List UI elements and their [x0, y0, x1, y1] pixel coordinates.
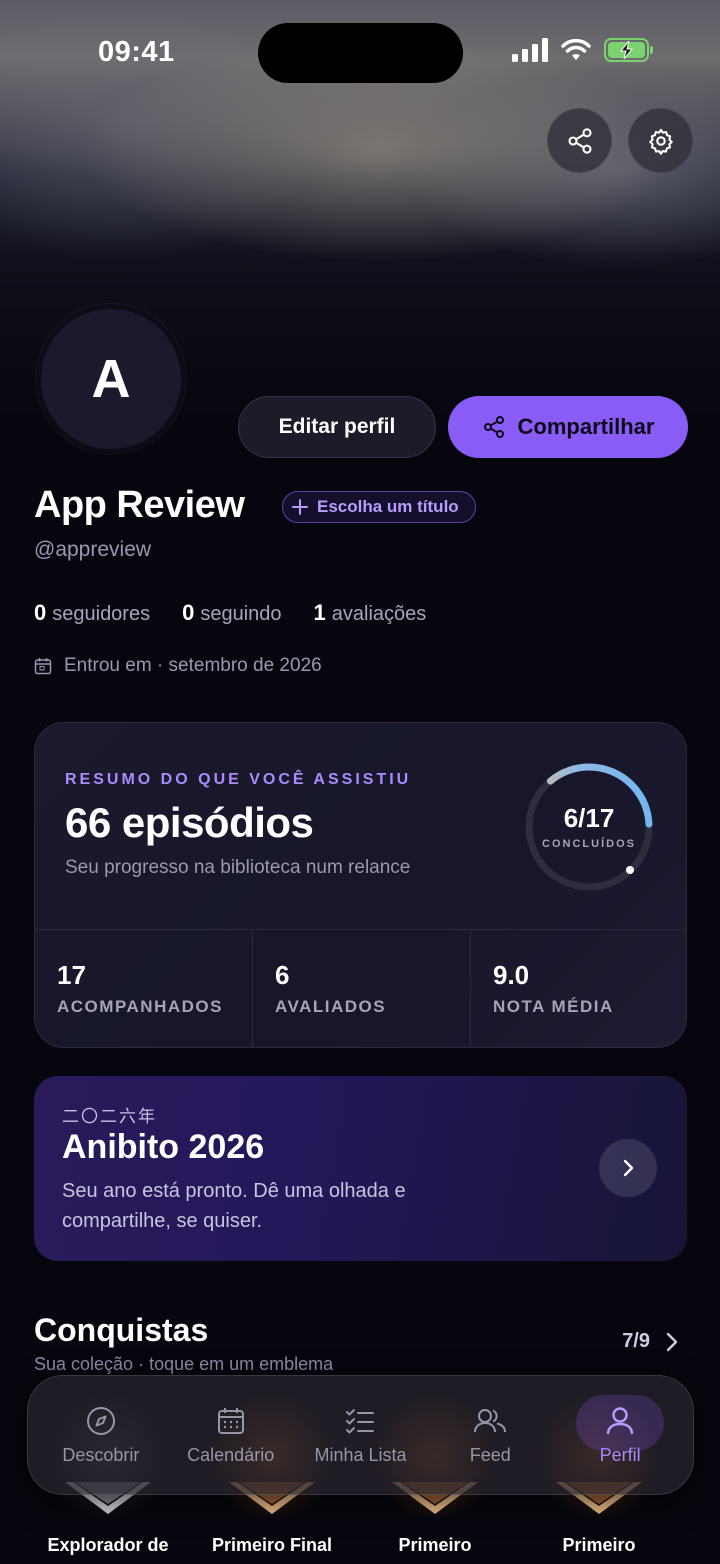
status-time: 09:41 [98, 36, 175, 68]
followers-stat[interactable]: 0 seguidores [34, 600, 150, 626]
tab-my-list[interactable]: Minha Lista [298, 1387, 422, 1483]
profile-handle: @appreview [34, 538, 152, 561]
share-icon [567, 127, 592, 154]
joined-text: Entrou em · setembro de 2026 [64, 655, 322, 676]
joined-date: Entrou em · setembro de 2026 [34, 655, 322, 677]
badge-name: Explorador de [47, 1535, 169, 1555]
progress-ring-label: CONCLUÍDOS [542, 838, 636, 850]
badge-name: Primeiro Final [211, 1535, 333, 1555]
tab-feed[interactable]: Feed [428, 1387, 552, 1483]
share-profile-label: Compartilhar [517, 414, 655, 439]
calendar-icon [217, 1407, 244, 1434]
badge-name: Primeiro [398, 1535, 472, 1555]
plus-icon [292, 499, 308, 515]
users-icon [474, 1408, 507, 1432]
metric-tracked: 17 ACOMPANHADOS [35, 930, 253, 1047]
progress-ring-value: 6/17 [563, 803, 615, 833]
chevron-right-icon [666, 1332, 678, 1351]
avatar[interactable]: A [36, 304, 186, 454]
bottom-tab-bar: Descobrir Calendário Minha Lista Feed Pe… [27, 1375, 694, 1495]
edit-profile-button[interactable]: Editar perfil [238, 396, 436, 458]
summary-metrics: 17 ACOMPANHADOS 6 AVALIADOS 9.0 NOTA MÉD… [35, 929, 686, 1047]
profile-stats: 0 seguidores 0 seguindo 1 avaliações [34, 600, 426, 626]
recap-year-kanji: 二〇二六年 [62, 1107, 157, 1127]
tab-profile[interactable]: Perfil [558, 1387, 682, 1483]
dynamic-island [258, 23, 463, 83]
badge-name: Primeiro [562, 1535, 636, 1555]
watch-summary-card[interactable]: RESUMO DO QUE VOCÊ ASSISTIU 66 episódios… [34, 722, 687, 1048]
calendar-icon [34, 658, 52, 675]
share-profile-button[interactable]: Compartilhar [448, 396, 688, 458]
wifi-icon [561, 38, 591, 60]
summary-subtitle: Seu progresso na biblioteca num relance [65, 857, 411, 878]
user-icon [606, 1406, 634, 1434]
choose-title-chip[interactable]: Escolha um título [282, 491, 476, 523]
tab-discover[interactable]: Descobrir [39, 1387, 163, 1483]
achievements-count: 7/9 [622, 1330, 650, 1352]
year-recap-card[interactable]: 二〇二六年 Anibito 2026 Seu ano está pronto. … [34, 1076, 687, 1261]
summary-value: 66 episódios [65, 799, 314, 846]
share-icon [483, 416, 504, 438]
recap-description: Seu ano está pronto. Dê uma olhada e com… [62, 1180, 406, 1232]
choose-title-label: Escolha um título [317, 497, 459, 516]
chevron-right-icon [623, 1159, 634, 1177]
recap-title: Anibito 2026 [62, 1128, 265, 1166]
following-stat[interactable]: 0 seguindo [182, 600, 281, 626]
metric-rated: 6 AVALIADOS [253, 930, 471, 1047]
signal-icon [512, 38, 548, 62]
achievements-title: Conquistas [34, 1312, 209, 1348]
compass-icon [86, 1406, 115, 1435]
tab-calendar[interactable]: Calendário [169, 1387, 293, 1483]
achievements-count-link[interactable]: 7/9 [622, 1330, 680, 1353]
avatar-initial: A [91, 349, 131, 409]
share-header-button[interactable] [547, 108, 612, 173]
battery-charging-icon [604, 38, 653, 62]
checklist-icon [346, 1408, 375, 1433]
summary-label: RESUMO DO QUE VOCÊ ASSISTIU [65, 771, 412, 788]
reviews-stat[interactable]: 1 avaliações [314, 600, 427, 626]
status-icons [512, 38, 654, 62]
settings-button[interactable] [628, 108, 693, 173]
profile-name: App Review [34, 484, 245, 526]
metric-average-score: 9.0 NOTA MÉDIA [493, 960, 614, 1016]
recap-open-button[interactable] [599, 1139, 657, 1197]
gear-icon [648, 128, 673, 155]
